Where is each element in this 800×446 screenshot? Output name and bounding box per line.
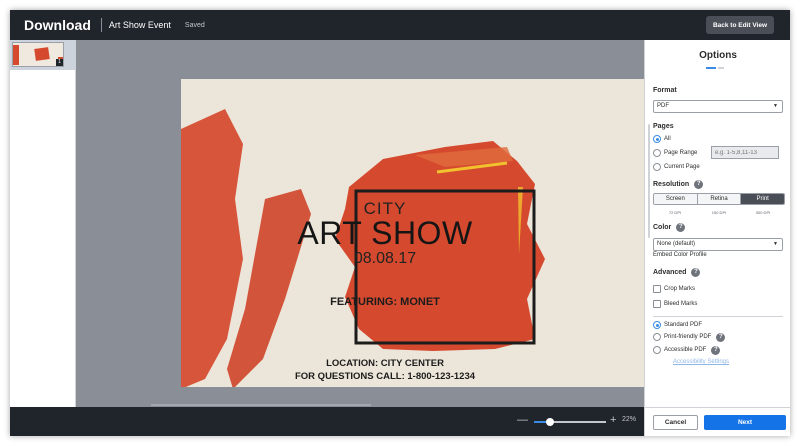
page-range-input[interactable] bbox=[711, 146, 779, 159]
print-friendly-pdf-option[interactable]: Print-friendly PDF ? bbox=[653, 332, 726, 342]
resolution-print-dpi: 300 DPI bbox=[755, 210, 771, 215]
options-title: Options bbox=[699, 50, 737, 61]
chevron-down-icon: ▼ bbox=[773, 103, 778, 109]
resolution-screen-dpi: 72 DPI bbox=[668, 210, 682, 215]
options-page-indicator bbox=[706, 67, 724, 85]
save-status: Saved bbox=[184, 21, 205, 29]
cancel-button[interactable]: Cancel bbox=[653, 415, 698, 430]
zoom-level: 22% bbox=[622, 416, 637, 423]
next-button[interactable]: Next bbox=[704, 415, 786, 430]
accessibility-settings-link[interactable]: Accessibility Settings bbox=[673, 359, 729, 365]
thumbnail-rail: 1 bbox=[10, 40, 76, 407]
back-to-edit-button[interactable]: Back to Edit View bbox=[706, 16, 774, 34]
resolution-print-button[interactable]: Print bbox=[741, 194, 784, 204]
paint-stroke-left bbox=[181, 109, 243, 387]
preview-canvas: CITY ART SHOW 08.08.17 FEATURING: MONET … bbox=[76, 40, 673, 407]
crop-marks-option[interactable]: Crop Marks bbox=[653, 284, 695, 294]
art-date-text: 08.08.17 bbox=[353, 250, 417, 267]
pages-current-radio[interactable] bbox=[653, 163, 661, 171]
chevron-down-icon: ▼ bbox=[773, 241, 778, 247]
bleed-marks-checkbox[interactable] bbox=[653, 300, 661, 308]
horizontal-scrollbar[interactable] bbox=[151, 404, 371, 406]
standard-pdf-option[interactable]: Standard PDF bbox=[653, 320, 702, 330]
app-title: Download bbox=[24, 17, 91, 33]
thumbnail-paint-center bbox=[34, 47, 50, 61]
standard-pdf-radio[interactable] bbox=[653, 321, 661, 329]
format-select[interactable]: PDF ▼ bbox=[653, 100, 783, 113]
accessible-pdf-option[interactable]: Accessible PDF ? bbox=[653, 345, 721, 355]
page-thumbnail[interactable]: 1 bbox=[12, 42, 64, 67]
pages-label: Pages bbox=[653, 123, 674, 130]
options-footer-divider bbox=[645, 407, 790, 408]
format-label: Format bbox=[653, 87, 677, 94]
art-contact-text: FOR QUESTIONS CALL: 1-800-123-1234 bbox=[294, 371, 476, 382]
embed-color-profile-label: Embed Color Profile bbox=[653, 252, 707, 258]
thumbnail-paint-left bbox=[13, 45, 19, 65]
color-help-icon[interactable]: ? bbox=[676, 223, 686, 232]
pages-all-radio[interactable] bbox=[653, 135, 661, 143]
color-select[interactable]: None (default) ▼ bbox=[653, 238, 783, 251]
thumbnail-slot-selected[interactable]: 1 bbox=[10, 40, 76, 70]
artboard-preview: CITY ART SHOW 08.08.17 FEATURING: MONET … bbox=[181, 79, 673, 387]
art-featuring-text: FEATURING: MONET bbox=[330, 296, 440, 308]
art-location-text: LOCATION: CITY CENTER bbox=[326, 358, 444, 369]
print-friendly-help-icon[interactable]: ? bbox=[716, 332, 726, 342]
download-window: Download Art Show Event Saved Back to Ed… bbox=[10, 10, 790, 436]
accessible-help-icon[interactable]: ? bbox=[711, 345, 721, 355]
format-select-value: PDF bbox=[657, 103, 669, 109]
zoom-slider[interactable] bbox=[534, 418, 606, 426]
color-label: Color ? bbox=[653, 223, 686, 232]
top-bar: Download Art Show Event Saved Back to Ed… bbox=[10, 10, 790, 40]
resolution-help-icon[interactable]: ? bbox=[694, 180, 704, 189]
pages-range-radio[interactable] bbox=[653, 149, 661, 157]
zoom-in-icon[interactable]: + bbox=[610, 414, 616, 426]
pages-all-option[interactable]: All bbox=[653, 134, 671, 144]
pages-current-option[interactable]: Current Page bbox=[653, 162, 700, 172]
color-select-value: None (default) bbox=[657, 241, 696, 247]
thumbnail-page-number: 1 bbox=[56, 59, 63, 66]
accessible-pdf-radio[interactable] bbox=[653, 346, 661, 354]
bleed-marks-option[interactable]: Bleed Marks bbox=[653, 299, 697, 309]
resolution-segmented-control[interactable]: Screen Retina Print bbox=[653, 193, 785, 205]
resolution-retina-dpi: 150 DPI bbox=[711, 210, 727, 215]
art-title-text: ART SHOW bbox=[297, 215, 473, 251]
resolution-retina-button[interactable]: Retina bbox=[697, 194, 742, 204]
document-title: Art Show Event bbox=[108, 20, 171, 30]
options-scrollbar[interactable] bbox=[648, 124, 650, 238]
crop-marks-checkbox[interactable] bbox=[653, 285, 661, 293]
print-friendly-pdf-radio[interactable] bbox=[653, 333, 661, 341]
advanced-label: Advanced ? bbox=[653, 268, 701, 277]
resolution-screen-button[interactable]: Screen bbox=[654, 194, 698, 204]
options-divider bbox=[653, 316, 783, 317]
pages-range-option[interactable]: Page Range bbox=[653, 148, 697, 158]
options-panel: Options Format PDF ▼ Pages All Page Rang… bbox=[644, 40, 790, 436]
resolution-label: Resolution ? bbox=[653, 180, 704, 189]
zoom-slider-handle[interactable] bbox=[545, 418, 554, 426]
title-divider bbox=[100, 18, 102, 32]
bottom-bar: — + 22% bbox=[10, 407, 644, 436]
zoom-out-icon[interactable]: — bbox=[517, 414, 528, 426]
advanced-help-icon[interactable]: ? bbox=[691, 268, 701, 277]
